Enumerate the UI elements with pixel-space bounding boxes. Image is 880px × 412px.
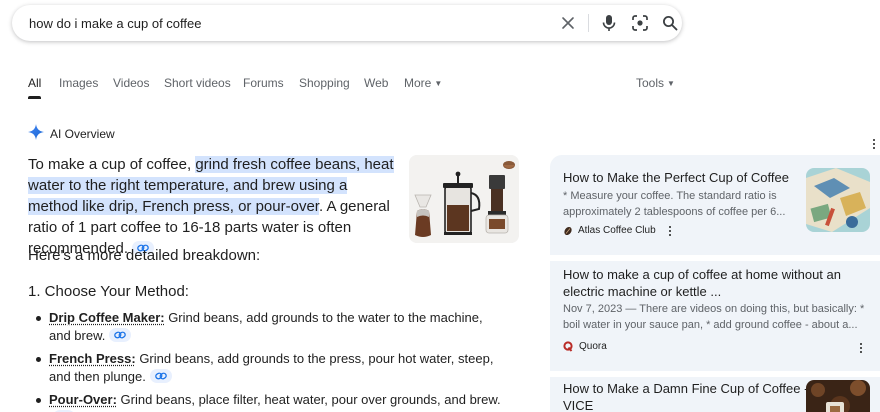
source-thumbnail[interactable]	[806, 380, 870, 412]
tools-button[interactable]: Tools ▼	[636, 76, 675, 90]
source-title[interactable]: How to Make a Damn Fine Cup of Coffee -	[563, 380, 808, 397]
list-item: Drip Coffee Maker: Grind beans, add grou…	[36, 309, 506, 345]
source-site-name: Atlas Coffee Club	[578, 225, 656, 236]
quora-logo-icon	[563, 341, 573, 352]
source-title[interactable]: electric machine or kettle ...	[563, 283, 721, 300]
method-term[interactable]: Drip Coffee Maker:	[49, 310, 165, 325]
source-card[interactable]: How to Make a Damn Fine Cup of Coffee - …	[550, 377, 880, 412]
lens-icon[interactable]	[631, 14, 649, 32]
source-snippet: Nov 7, 2023 — There are videos on doing …	[563, 303, 865, 315]
tab-web[interactable]: Web	[364, 76, 388, 90]
step-title: 1. Choose Your Method:	[28, 283, 189, 300]
close-icon[interactable]	[559, 14, 577, 32]
caret-down-icon: ▼	[667, 79, 675, 88]
source-snippet: * Measure your coffee. The standard rati…	[563, 190, 777, 202]
tab-shopping[interactable]: Shopping	[299, 76, 350, 90]
more-options-icon[interactable]	[870, 128, 880, 149]
method-term[interactable]: Pour-Over:	[49, 392, 117, 407]
source-snippet: approximately 2 tablespoons of coffee pe…	[563, 206, 786, 218]
source-site: Quora	[563, 341, 607, 352]
list-item: Pour-Over: Grind beans, place filter, he…	[36, 391, 506, 412]
source-thumbnail[interactable]	[806, 168, 870, 232]
coffee-equipment-image[interactable]	[409, 155, 519, 243]
list-item: French Press: Grind beans, add grounds t…	[36, 350, 506, 386]
source-title[interactable]: How to make a cup of coffee at home with…	[563, 266, 841, 283]
caret-down-icon: ▼	[434, 79, 443, 88]
source-title[interactable]: How to Make the Perfect Cup of Coffee	[563, 169, 789, 186]
sparkle-icon	[28, 123, 44, 145]
active-tab-indicator	[28, 96, 41, 99]
ai-overview-title: AI Overview	[50, 127, 115, 141]
source-snippet: boil water in your sauce pan, * add grou…	[563, 319, 858, 331]
source-title[interactable]: VICE	[563, 397, 593, 412]
search-icon[interactable]	[661, 14, 679, 32]
ai-summary: To make a cup of coffee, grind fresh cof…	[28, 154, 400, 259]
atlas-coffee-logo-icon	[563, 226, 573, 236]
method-term[interactable]: French Press:	[49, 351, 136, 366]
link-icon[interactable]	[109, 328, 132, 342]
breakdown-heading: Here's a more detailed breakdown:	[28, 247, 261, 264]
kebab-dots	[870, 139, 878, 149]
tab-short-videos[interactable]: Short videos	[164, 76, 231, 90]
tab-all[interactable]: All	[28, 76, 42, 99]
tab-label: More	[404, 76, 432, 90]
tab-videos[interactable]: Videos	[113, 76, 149, 90]
search-input[interactable]	[29, 15, 529, 31]
tab-more[interactable]: More ▼	[404, 76, 442, 90]
tab-label: All	[28, 76, 42, 90]
method-list: Drip Coffee Maker: Grind beans, add grou…	[36, 309, 506, 412]
search-bar	[12, 5, 682, 41]
tab-images[interactable]: Images	[59, 76, 98, 90]
source-card[interactable]: How to Make the Perfect Cup of Coffee * …	[550, 155, 880, 255]
sources-panel: How to Make the Perfect Cup of Coffee * …	[550, 155, 880, 412]
more-options-icon[interactable]	[666, 225, 674, 236]
source-site-name: Quora	[579, 341, 607, 352]
source-site: Atlas Coffee Club	[563, 225, 674, 236]
source-card[interactable]: How to make a cup of coffee at home with…	[550, 261, 880, 371]
method-text: Grind beans, place filter, heat water, p…	[116, 392, 501, 407]
search-divider	[588, 14, 589, 32]
mic-icon[interactable]	[600, 14, 618, 32]
tools-label: Tools	[636, 76, 665, 90]
ai-overview-header: AI Overview	[28, 123, 115, 145]
summary-lead: To make a cup of coffee,	[28, 156, 196, 173]
link-icon[interactable]	[149, 369, 172, 383]
more-options-icon[interactable]	[857, 343, 865, 353]
tab-forums[interactable]: Forums	[243, 76, 284, 90]
